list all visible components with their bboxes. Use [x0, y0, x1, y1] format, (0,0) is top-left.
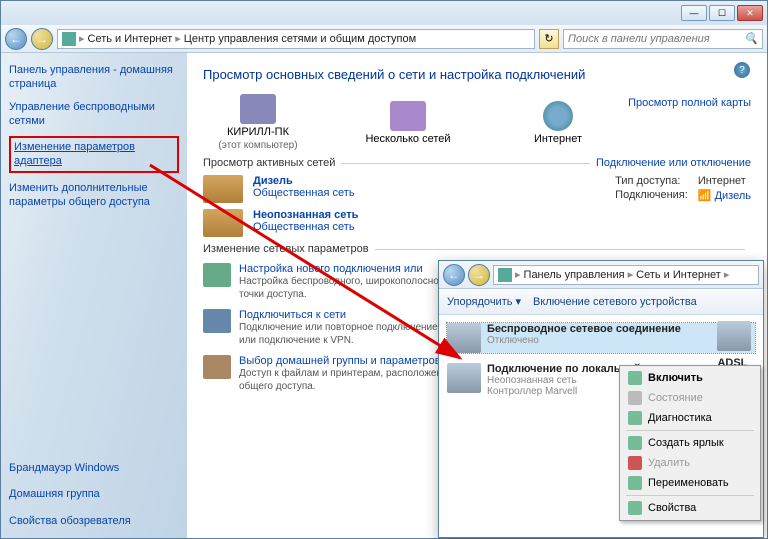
network-type[interactable]: Общественная сеть	[253, 221, 358, 233]
sidebar-home[interactable]: Панель управления - домашняя страница	[9, 63, 179, 92]
sub-back-button[interactable]: ←	[443, 264, 465, 286]
forward-button[interactable]: →	[31, 28, 53, 50]
sub-forward-button[interactable]: →	[468, 264, 490, 286]
crumb-sharing-center[interactable]: Центр управления сетями и общим доступом	[184, 33, 416, 45]
new-connection-icon	[203, 263, 231, 287]
bench-icon	[203, 209, 243, 237]
close-button[interactable]: ✕	[737, 5, 763, 21]
connect-icon	[203, 309, 231, 333]
active-networks-header: Просмотр активных сетей Подключение или …	[203, 157, 751, 169]
help-icon[interactable]: ?	[734, 62, 750, 78]
titlebar: — ☐ ✕	[1, 1, 767, 25]
connection-link[interactable]: 📶 Дизель	[698, 189, 751, 202]
breadcrumb[interactable]: ▸ Сеть и Интернет ▸ Центр управления сет…	[57, 29, 535, 49]
sidebar: Панель управления - домашняя страница Уп…	[1, 53, 187, 538]
status-icon	[628, 391, 642, 405]
ctx-rename[interactable]: Переименовать	[622, 473, 758, 493]
connect-disconnect-link[interactable]: Подключение или отключение	[596, 157, 751, 169]
lan-adapter-icon	[447, 363, 481, 393]
sub-toolbar: Упорядочить ▾ Включение сетевого устройс…	[439, 289, 763, 315]
sidebar-firewall[interactable]: Брандмауэр Windows	[9, 462, 119, 474]
enable-device-button[interactable]: Включение сетевого устройства	[533, 296, 697, 308]
search-icon: 🔍	[744, 32, 758, 45]
organize-menu[interactable]: Упорядочить ▾	[447, 295, 521, 308]
address-bar: ← → ▸ Сеть и Интернет ▸ Центр управления…	[1, 25, 767, 53]
sidebar-adapter[interactable]: Изменение параметров адаптера	[14, 141, 135, 167]
sidebar-adapter-highlight: Изменение параметров адаптера	[9, 136, 179, 173]
shortcut-icon	[628, 436, 642, 450]
control-panel-icon	[62, 32, 76, 46]
network-map: КИРИЛЛ-ПК (этот компьютер) Несколько сет…	[203, 94, 751, 151]
ctx-delete: Удалить	[622, 453, 758, 473]
refresh-button[interactable]: ↻	[539, 29, 559, 49]
homegroup-icon	[203, 355, 231, 379]
props-icon	[628, 501, 642, 515]
node-internet[interactable]: Интернет	[503, 101, 613, 145]
sub-address-bar: ← → ▸ Панель управления ▸ Сеть и Интерне…	[439, 261, 763, 289]
adsl-adapter-icon	[717, 321, 751, 351]
search-box[interactable]: 🔍	[563, 29, 763, 49]
sidebar-homegroup[interactable]: Домашняя группа	[9, 488, 100, 500]
ctx-diagnostics[interactable]: Диагностика	[622, 408, 758, 428]
change-settings-header: Изменение сетевых параметров	[203, 243, 751, 255]
context-menu: Включить Состояние Диагностика Создать я…	[619, 365, 761, 521]
diag-icon	[628, 411, 642, 425]
delete-icon	[628, 456, 642, 470]
crumb-network[interactable]: Сеть и Интернет	[88, 33, 173, 45]
back-button[interactable]: ←	[5, 28, 27, 50]
computer-icon	[240, 94, 276, 124]
page-title: Просмотр основных сведений о сети и наст…	[203, 67, 751, 82]
enable-icon	[628, 371, 642, 385]
wireless-adapter-icon	[447, 323, 481, 353]
ctx-shortcut[interactable]: Создать ярлык	[622, 433, 758, 453]
bench-icon	[203, 175, 243, 203]
sidebar-bottom: Брандмауэр Windows Домашняя группа Свойс…	[9, 461, 179, 528]
maximize-button[interactable]: ☐	[709, 5, 735, 21]
control-panel-icon	[498, 268, 512, 282]
node-multiple[interactable]: Несколько сетей	[353, 101, 463, 145]
node-this-pc[interactable]: КИРИЛЛ-ПК (этот компьютер)	[203, 94, 313, 151]
globe-icon	[543, 101, 573, 131]
ctx-status: Состояние	[622, 388, 758, 408]
ctx-properties[interactable]: Свойства	[622, 498, 758, 518]
sidebar-ie[interactable]: Свойства обозревателя	[9, 515, 131, 527]
network-name[interactable]: Неопознанная сеть	[253, 209, 358, 221]
sidebar-wireless[interactable]: Управление беспроводными сетями	[9, 100, 179, 129]
rename-icon	[628, 476, 642, 490]
multiple-networks-icon	[390, 101, 426, 131]
network-row-2: Неопознанная сеть Общественная сеть	[203, 209, 751, 237]
sub-breadcrumb[interactable]: ▸ Панель управления ▸ Сеть и Интернет ▸	[493, 265, 759, 285]
ctx-enable[interactable]: Включить	[622, 368, 758, 388]
search-input[interactable]	[568, 33, 744, 45]
minimize-button[interactable]: —	[681, 5, 707, 21]
sidebar-sharing[interactable]: Изменить дополнительные параметры общего…	[9, 181, 179, 210]
network-row-1: Дизель Общественная сеть Тип доступа: Ин…	[203, 175, 751, 203]
network-name[interactable]: Дизель	[253, 175, 355, 187]
network-type[interactable]: Общественная сеть	[253, 187, 355, 199]
